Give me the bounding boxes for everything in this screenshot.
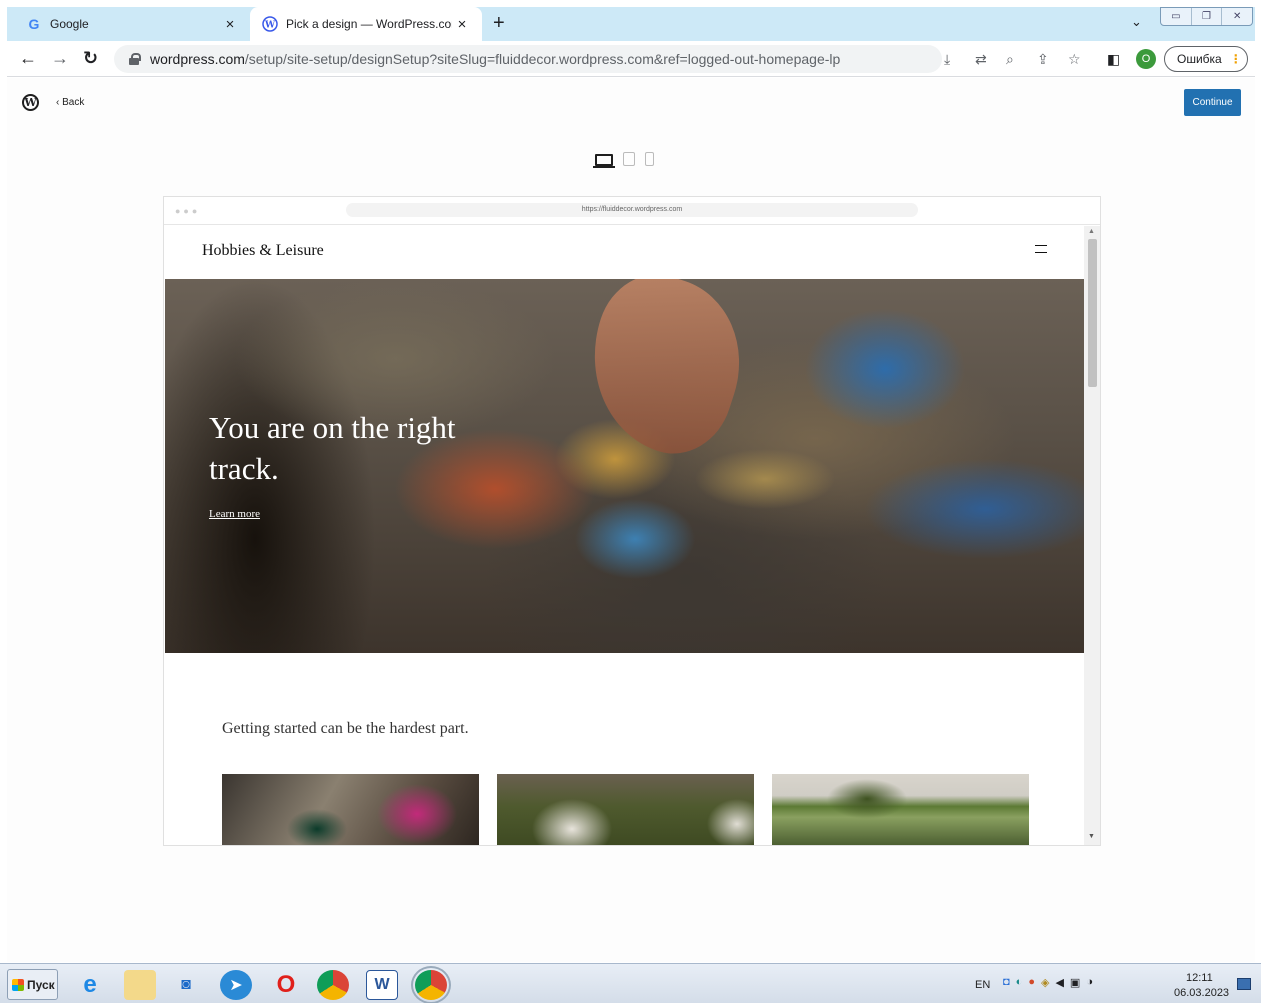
new-tab-button[interactable]: + xyxy=(493,12,505,35)
forward-arrow-icon[interactable]: → xyxy=(51,48,69,69)
chrome-icon[interactable] xyxy=(317,970,349,1000)
desktop-device-icon[interactable] xyxy=(593,154,615,168)
tablet-device-icon[interactable] xyxy=(623,152,635,166)
start-button[interactable]: Пуск xyxy=(7,969,58,1000)
device-switcher xyxy=(593,152,654,168)
lock-icon[interactable] xyxy=(128,53,141,65)
continue-button[interactable]: Continue xyxy=(1184,89,1241,116)
hero-image: You are on the right track. Learn more xyxy=(165,279,1084,653)
preview-site[interactable]: Hobbies & Leisure You are on the right t… xyxy=(165,226,1084,845)
media-player-icon[interactable]: ◙ xyxy=(170,970,202,1000)
window-dots-icon: ●●● xyxy=(175,206,201,216)
close-tab-icon[interactable]: × xyxy=(220,16,240,33)
learn-more-link[interactable]: Learn more xyxy=(209,508,260,520)
gallery-image xyxy=(497,774,754,845)
opera-icon[interactable]: O xyxy=(270,970,302,1000)
url-path: /setup/site-setup/designSetup?siteSlug=f… xyxy=(244,51,841,67)
svg-text:W: W xyxy=(264,21,276,31)
back-arrow-icon[interactable]: ← xyxy=(19,48,37,69)
site-title: Hobbies & Leisure xyxy=(202,242,324,259)
tab-search-icon[interactable]: ⌄ xyxy=(1131,14,1142,30)
telegram-icon[interactable]: ➤ xyxy=(220,970,252,1000)
translate-icon[interactable]: ⇄ xyxy=(975,51,987,68)
browser-toolbar: ← → ↻ wordpress.com/setup/site-setup/des… xyxy=(7,41,1255,77)
back-label: Back xyxy=(62,97,85,108)
gallery-image xyxy=(772,774,1029,845)
word-icon[interactable]: W xyxy=(366,970,398,1000)
volume-icon[interactable]: ◀ xyxy=(1055,976,1063,989)
minimize-icon[interactable]: ▭ xyxy=(1161,8,1192,25)
error-chip[interactable]: Ошибка ⋮ xyxy=(1164,46,1248,72)
bookmark-star-icon[interactable]: ☆ xyxy=(1068,51,1081,68)
google-icon: G xyxy=(28,16,40,32)
error-chip-label: Ошибка xyxy=(1177,52,1222,66)
chrome-active-icon[interactable] xyxy=(411,966,451,1003)
show-desktop-icon[interactable] xyxy=(1237,978,1251,990)
close-tab-icon[interactable]: × xyxy=(452,16,472,33)
clock-date[interactable]: 06.03.2023 xyxy=(1174,987,1229,999)
power-icon[interactable]: ◑ xyxy=(1086,976,1093,989)
clock-time[interactable]: 12:11 xyxy=(1186,972,1213,984)
design-preview-frame: ●●● https://fluiddecor.wordpress.com Hob… xyxy=(163,196,1101,846)
intro-text: Getting started can be the hardest part. xyxy=(222,720,469,737)
hand-image xyxy=(567,279,763,469)
tab-title: Google xyxy=(50,17,89,31)
back-link[interactable]: ‹ Back xyxy=(56,97,84,108)
file-explorer-icon[interactable] xyxy=(124,970,156,1000)
menu-dots-icon: ⋮ xyxy=(1229,52,1242,66)
share-icon[interactable]: ⇪ xyxy=(1037,51,1049,68)
preview-url: https://fluiddecor.wordpress.com xyxy=(346,203,918,217)
window-controls: ▭ ❐ ✕ xyxy=(1160,7,1253,26)
taskbar: Пуск e ◙ ➤ O W EN ◘ ◐ ● ◈ ◀ ▣ ◑ 12:11 06… xyxy=(0,963,1261,1003)
side-panel-icon[interactable]: ◧ xyxy=(1107,51,1120,68)
scroll-up-icon[interactable]: ▲ xyxy=(1088,228,1095,235)
gallery-image xyxy=(222,774,479,845)
page-content: W ‹ Back Continue ●●● https://fluiddecor… xyxy=(7,78,1255,962)
internet-explorer-icon[interactable]: e xyxy=(74,970,106,1000)
url-domain: wordpress.com xyxy=(150,51,245,67)
scroll-down-icon[interactable]: ▼ xyxy=(1088,833,1095,840)
reload-icon[interactable]: ↻ xyxy=(83,48,98,69)
preview-browser-bar: ●●● https://fluiddecor.wordpress.com xyxy=(164,197,1100,225)
close-window-icon[interactable]: ✕ xyxy=(1222,8,1252,25)
address-bar[interactable]: wordpress.com/setup/site-setup/designSet… xyxy=(114,45,942,73)
tab-title: Pick a design — WordPress.com xyxy=(286,17,452,31)
network-icon[interactable]: ◘ xyxy=(1003,976,1010,989)
language-indicator[interactable]: EN xyxy=(975,979,990,991)
install-app-icon[interactable]: ⤓ xyxy=(944,51,950,68)
sync-icon[interactable]: ◐ xyxy=(1016,976,1023,989)
display-icon[interactable]: ▣ xyxy=(1070,976,1080,989)
screen: G Google × W Pick a design — WordPress.c… xyxy=(0,0,1261,1003)
windows-logo-icon xyxy=(12,978,24,991)
tab-google[interactable]: G Google × xyxy=(14,7,250,41)
phone-device-icon[interactable] xyxy=(645,152,654,166)
scrollbar-thumb[interactable] xyxy=(1088,239,1097,387)
security-icon[interactable]: ● xyxy=(1028,976,1035,989)
wordpress-icon: W xyxy=(262,16,278,32)
system-tray: ◘ ◐ ● ◈ ◀ ▣ ◑ xyxy=(1003,976,1093,989)
hamburger-menu-icon[interactable] xyxy=(1035,245,1047,253)
hero-heading: You are on the right track. xyxy=(209,410,456,486)
zoom-icon[interactable]: ⌕ xyxy=(1006,51,1014,68)
update-icon[interactable]: ◈ xyxy=(1041,976,1049,989)
tab-wordpress[interactable]: W Pick a design — WordPress.com × xyxy=(250,7,482,41)
start-label: Пуск xyxy=(27,977,55,992)
wordpress-logo-icon[interactable]: W xyxy=(22,94,39,111)
profile-avatar[interactable]: O xyxy=(1136,49,1156,69)
restore-icon[interactable]: ❐ xyxy=(1192,8,1223,25)
